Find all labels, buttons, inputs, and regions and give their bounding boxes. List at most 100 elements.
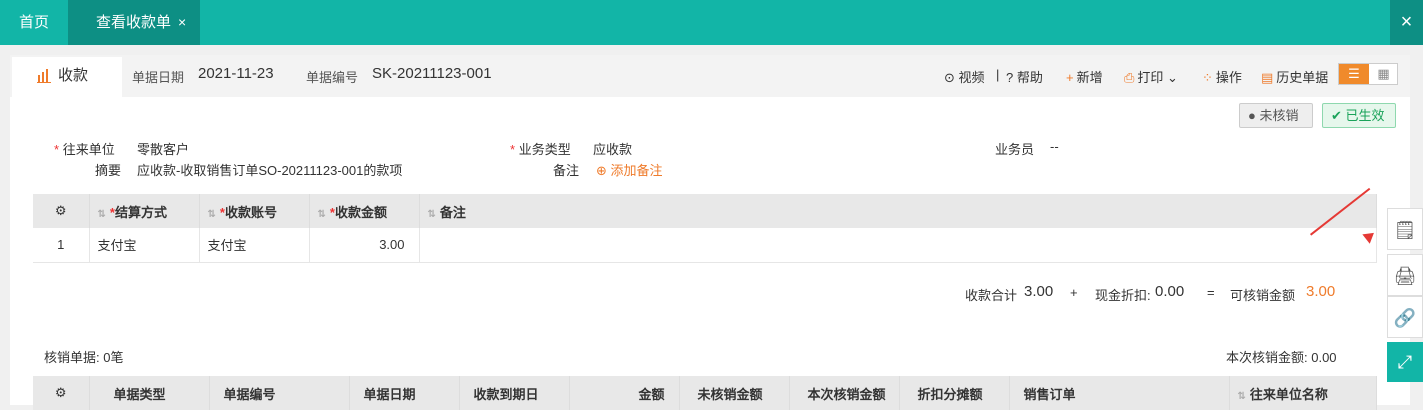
operate-button[interactable]: ⁘ 操作 (1202, 67, 1242, 86)
sort-icon: ⇅ (207, 208, 216, 220)
help-icon: ? (1006, 70, 1014, 85)
col-unverified-amount[interactable]: 未核销金额 (679, 376, 790, 410)
new-button[interactable]: + 新增 (1066, 67, 1103, 86)
add-remark-button[interactable]: ⊕ 添加备注 (596, 160, 663, 179)
new-label: 新增 (1076, 70, 1103, 85)
plus-sign: + (1070, 285, 1078, 300)
biz-type-label-text: 业务类型 (518, 142, 571, 157)
table-row[interactable]: 1 支付宝 支付宝 3.00 (33, 228, 1377, 263)
tab-view-receipt-label: 查看收款单 (96, 14, 172, 31)
biz-type-value: 应收款 (593, 142, 633, 157)
col-method[interactable]: ⇅ *结算方式 (89, 194, 200, 228)
unverified-label: 未核销 (1259, 108, 1299, 123)
row-amount[interactable]: 3.00 (309, 228, 420, 263)
print-button[interactable]: ⎙ 打印 ⌄ (1124, 67, 1178, 86)
list-view-icon[interactable]: ☰ (1339, 64, 1369, 84)
col-sales-order[interactable]: 销售订单 (1009, 376, 1230, 410)
sort-icon: ⇅ (427, 208, 436, 220)
col-note-label: 备注 (439, 204, 466, 220)
attachment-icon[interactable]: 🔗 (1387, 296, 1423, 338)
view-toggle: ☰ ▦ (1338, 63, 1398, 85)
col-amount[interactable]: 金额 (569, 376, 680, 410)
col-partner-name[interactable]: ⇅ 往来单位名称 (1229, 376, 1377, 410)
col-current-amount[interactable]: 本次核销金额 (789, 376, 900, 410)
sort-icon: ⇅ (97, 208, 106, 220)
add-circle-icon: ⊕ (596, 163, 607, 178)
col-account-label: 收款账号 (224, 204, 277, 220)
writeoff-amount-label: 可核销金额 (1230, 288, 1296, 303)
right-sidebar: 🗒 🖨 🔗 ⤢ (1387, 208, 1423, 382)
receipt-total-value: 3.00 (1024, 283, 1054, 300)
row-index: 1 (33, 228, 90, 263)
col-note[interactable]: ⇅ 备注 (419, 194, 1377, 228)
payment-table: ⚙ ⇅ *结算方式 ⇅ *收款账号 ⇅ *收款金额 ⇅ 备注 1 支付宝 支付宝 3.0… (33, 194, 1377, 263)
sort-icon: ⇅ (317, 208, 326, 220)
top-tab-bar: 首页 查看收款单 × × (0, 0, 1423, 45)
detail-view-icon[interactable]: ▦ (1369, 64, 1398, 84)
info-icon: ● (1248, 108, 1256, 123)
check-icon: ✔ (1331, 108, 1342, 123)
biz-type-label: * 业务类型 (510, 142, 571, 157)
col-account[interactable]: ⇅ *收款账号 (199, 194, 310, 228)
col-doc-type[interactable]: 单据类型 (89, 376, 210, 410)
tab-close-icon[interactable]: × (178, 0, 186, 45)
receipt-card: 收款 单据日期 2021-11-23 单据编号 SK-20211123-001 … (10, 55, 1410, 410)
video-label: 视频 (958, 70, 985, 85)
partner-value: 零散客户 (137, 142, 190, 157)
row-note[interactable] (419, 228, 1377, 263)
col-due-date[interactable]: 收款到期日 (459, 376, 570, 410)
doc-header: 收款 单据日期 2021-11-23 单据编号 SK-20211123-001 … (10, 55, 1410, 97)
tab-home[interactable]: 首页 (0, 0, 68, 45)
col-method-label: 结算方式 (114, 204, 167, 220)
video-button[interactable]: ⊙ 视频 (944, 67, 985, 86)
help-button[interactable]: ? 帮助 (1006, 67, 1043, 86)
operate-label: 操作 (1215, 70, 1242, 85)
writeoff-amount-value: 3.00 (1306, 283, 1336, 300)
history-button[interactable]: ▤ 历史单据 (1261, 67, 1328, 86)
col-doc-date[interactable]: 单据日期 (349, 376, 460, 410)
remark-label: 备注 (553, 163, 580, 178)
expand-icon[interactable]: ⤢ (1387, 342, 1423, 382)
help-label: 帮助 (1016, 70, 1043, 85)
doc-date-label: 单据日期 (132, 70, 185, 85)
col-amount-label: 收款金额 (334, 204, 387, 220)
history-label: 历史单据 (1276, 70, 1329, 85)
col-amount[interactable]: ⇅ *收款金额 (309, 194, 420, 228)
writeoff-current: 本次核销金额: 0.00 (1226, 350, 1337, 365)
active-status-button[interactable]: ✔ 已生效 (1322, 103, 1396, 128)
doc-no-label: 单据编号 (306, 70, 359, 85)
summary-value: 应收款-收取销售订单SO-20211123-001的款项 (137, 163, 403, 178)
partner-label: * 往来单位 (54, 142, 115, 157)
partner-label-text: 往来单位 (62, 142, 115, 157)
sort-icon: ⇅ (1237, 390, 1246, 402)
writeoff-count: 核销单据: 0笔 (44, 350, 124, 365)
col-partner-name-label: 往来单位名称 (1249, 386, 1328, 402)
tab-view-receipt[interactable]: 查看收款单 × (68, 0, 200, 45)
settings-icon[interactable]: ⚙ (33, 194, 90, 228)
col-doc-no[interactable]: 单据编号 (209, 376, 350, 410)
record-icon[interactable]: 🗒 (1387, 208, 1423, 250)
salesman-value: -- (1050, 139, 1059, 154)
play-icon: ⊙ (944, 70, 955, 85)
print-tray-icon[interactable]: 🖨 (1387, 254, 1423, 296)
printer-icon: ⎙ (1124, 70, 1135, 85)
receipt-total-label: 收款合计 (965, 288, 1018, 303)
writeoff-table: ⚙ 单据类型 单据编号 单据日期 收款到期日 金额 未核销金额 本次核销金额 折… (33, 376, 1377, 410)
row-method[interactable]: 支付宝 (89, 228, 200, 263)
print-label: 打印 (1137, 70, 1164, 85)
summary-label: 摘要 (95, 163, 122, 178)
chart-icon (37, 69, 51, 83)
row-account[interactable]: 支付宝 (199, 228, 310, 263)
divider: | (996, 67, 1000, 82)
discount-value: 0.00 (1155, 283, 1185, 300)
salesman-label: 业务员 (995, 142, 1035, 157)
col-discount-share[interactable]: 折扣分摊额 (899, 376, 1010, 410)
discount-label: 现金折扣: (1095, 288, 1151, 303)
doc-type-tab[interactable]: 收款 (12, 57, 122, 97)
document-icon: ▤ (1261, 70, 1274, 85)
settings-icon[interactable]: ⚙ (33, 376, 90, 410)
plus-icon: + (1066, 70, 1074, 85)
close-all-icon[interactable]: × (1390, 0, 1423, 45)
chevron-down-icon[interactable]: ⌄ (1167, 70, 1178, 85)
unverified-status-button[interactable]: ● 未核销 (1239, 103, 1313, 128)
